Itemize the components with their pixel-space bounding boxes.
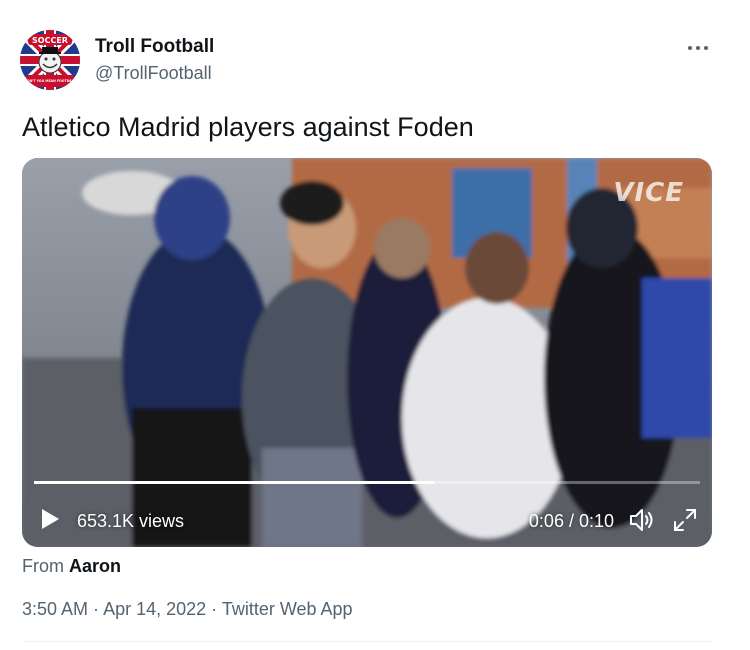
more-horizontal-icon[interactable] <box>684 38 712 58</box>
user-info: Troll Football @TrollFootball <box>95 36 214 84</box>
video-attribution: From Aaron <box>22 555 121 577</box>
volume-icon[interactable] <box>628 507 656 533</box>
video-progress-bar[interactable] <box>34 481 700 484</box>
tweet-card: SOCCER DON'T YOU MEAN FOOTBALL Troll Foo… <box>0 0 750 650</box>
tweet-meta: 3:50 AM · Apr 14, 2022 · Twitter Web App <box>22 598 353 620</box>
avatar-text-bottom: DON'T YOU MEAN FOOTBALL <box>24 79 75 83</box>
attribution-name[interactable]: Aaron <box>69 556 121 576</box>
tweet-text: Atletico Madrid players against Foden <box>22 112 474 142</box>
video-frame <box>22 158 712 547</box>
tweet-header: SOCCER DON'T YOU MEAN FOOTBALL Troll Foo… <box>20 30 720 94</box>
divider <box>22 641 712 642</box>
video-progress-fill <box>34 481 434 484</box>
view-count: 653.1K views <box>77 511 185 531</box>
avatar-image: SOCCER DON'T YOU MEAN FOOTBALL <box>20 30 80 90</box>
attribution-prefix: From <box>22 556 64 576</box>
avatar-text-top: SOCCER <box>32 36 68 45</box>
fullscreen-icon[interactable] <box>672 507 698 533</box>
tweet-time[interactable]: 3:50 AM <box>22 599 88 619</box>
video-watermark: VICE <box>613 178 684 208</box>
display-name[interactable]: Troll Football <box>95 36 214 58</box>
video-player[interactable]: VICE 653.1K views 0:06 / 0:10 <box>22 158 712 547</box>
meta-separator-2: · <box>206 599 222 619</box>
video-controls: 653.1K views 0:06 / 0:10 <box>22 498 712 542</box>
tweet-source[interactable]: Twitter Web App <box>222 599 353 619</box>
avatar[interactable]: SOCCER DON'T YOU MEAN FOOTBALL <box>20 30 80 90</box>
meta-separator-1: · <box>88 599 104 619</box>
video-time: 0:06 / 0:10 <box>528 511 614 531</box>
play-icon[interactable] <box>40 508 60 530</box>
handle[interactable]: @TrollFootball <box>95 62 214 84</box>
tweet-date[interactable]: Apr 14, 2022 <box>103 599 206 619</box>
